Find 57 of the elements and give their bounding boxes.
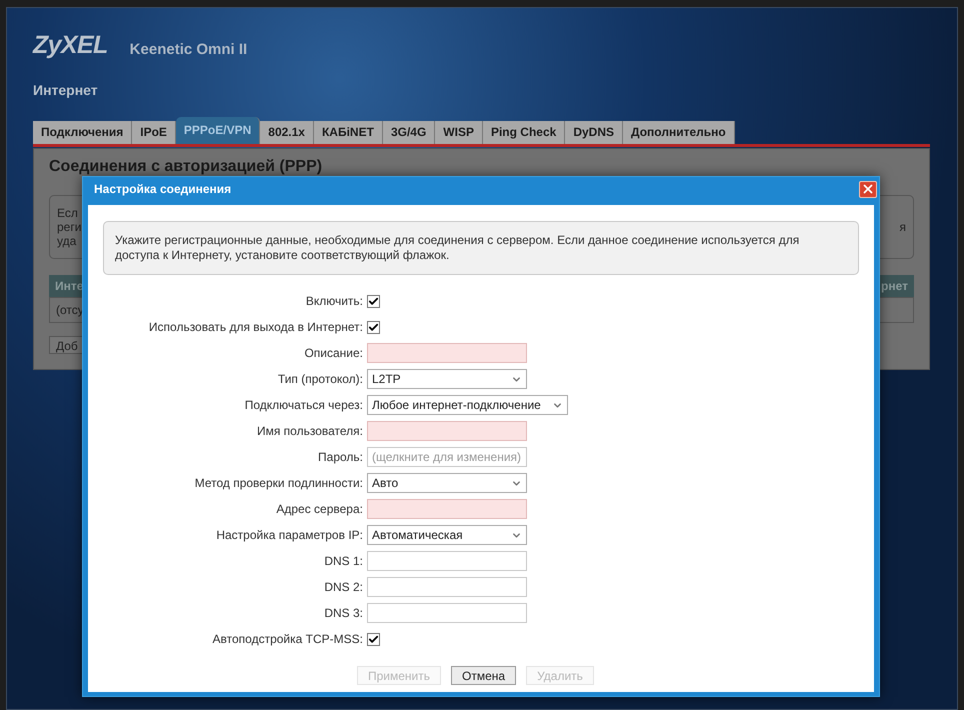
tab[interactable]: PPPoE/VPN (176, 116, 260, 144)
field-label: Пароль: (317, 449, 364, 466)
input-field[interactable] (367, 421, 527, 441)
close-icon (861, 182, 875, 196)
check-icon (368, 322, 379, 332)
input-field[interactable]: (щелкните для изменения) (367, 447, 527, 467)
tab[interactable]: WISP (435, 120, 483, 144)
tab[interactable]: DyDNS (565, 120, 624, 144)
tab[interactable]: 802.1x (260, 120, 314, 144)
add-button[interactable]: Доб (49, 336, 85, 354)
info-text-fragment: реги (57, 220, 82, 234)
tab[interactable]: 3G/4G (382, 120, 436, 144)
field-label: Автоподстройка TCP-MSS: (212, 631, 364, 648)
field-label: Имя пользователя: (256, 423, 364, 440)
field-label: Настройка параметров IP: (215, 527, 364, 544)
field-label: Тип (протокол): (276, 371, 364, 388)
tab[interactable]: КАБiNET (314, 120, 383, 144)
tab[interactable]: Ping Check (482, 120, 566, 144)
field-label: Описание: (303, 345, 364, 362)
dialog-button[interactable]: Отмена (451, 666, 516, 685)
checkbox[interactable] (367, 320, 380, 334)
dropdown[interactable]: Авто (367, 473, 527, 493)
column-header: Инте (55, 278, 84, 294)
check-icon (368, 296, 379, 306)
logo: ZyXEL (33, 30, 108, 61)
info-text-fragment: я (900, 218, 906, 236)
column-header: рнет (881, 278, 908, 294)
info-text-fragment: Есл (57, 206, 79, 220)
page-title: Интернет (33, 80, 99, 100)
dropdown[interactable]: Автоматическая (367, 525, 527, 545)
field-label: DNS 1: (323, 553, 364, 570)
tab[interactable]: Дополнительно (623, 120, 735, 144)
tab[interactable]: IPoE (132, 120, 176, 144)
model-name: Keenetic Omni II (130, 40, 248, 60)
info-text: Укажите регистрационные данные, необходимые для соединения с сервером. Если данное соединение используется для доступа к Интернету, установите соответствующий флажок. (115, 233, 800, 263)
info-text-fragment: уда (57, 234, 78, 248)
check-icon (368, 634, 379, 644)
input-field[interactable] (367, 577, 527, 597)
field-label: DNS 3: (323, 605, 364, 622)
field-label: Включить: (304, 293, 364, 310)
input-field[interactable] (367, 551, 527, 571)
field-label: Метод проверки подлинности: (194, 475, 364, 492)
tab[interactable]: Подключения (33, 120, 132, 144)
input-field[interactable] (367, 499, 527, 519)
checkbox[interactable] (367, 294, 380, 308)
input-field[interactable] (367, 603, 527, 623)
field-label: Использовать для выхода в Интернет: (148, 319, 364, 336)
panel-title: Соединения с авторизацией (PPP) (49, 156, 324, 176)
checkbox[interactable] (367, 632, 380, 646)
field-label: DNS 2: (323, 579, 364, 596)
close-button[interactable] (859, 180, 877, 198)
field-label: Подключаться через: (244, 397, 364, 414)
input-field[interactable] (367, 343, 527, 363)
dialog-title: Настройка соединения (94, 181, 232, 198)
dropdown[interactable]: Любое интернет-подключение (367, 395, 568, 415)
field-label: Адрес сервера: (275, 501, 364, 518)
dropdown[interactable]: L2TP (367, 369, 527, 389)
